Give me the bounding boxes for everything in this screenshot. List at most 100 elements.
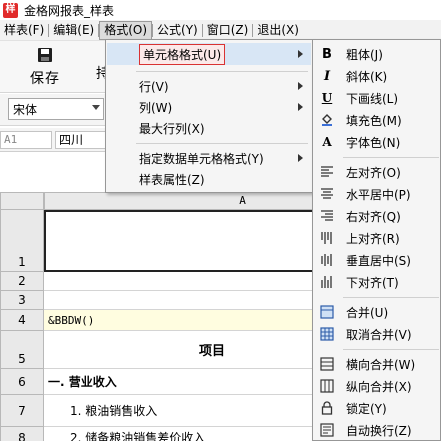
underline-icon: U — [321, 91, 333, 105]
menu-formula[interactable]: 公式(Y) — [153, 21, 202, 40]
align-middle-icon — [314, 249, 340, 271]
save-button-label: 保存 — [30, 71, 60, 87]
font-family-value: 宋体 — [13, 102, 38, 117]
save-button[interactable]: 保存 — [22, 46, 68, 88]
menu-divider — [343, 157, 439, 158]
row-header[interactable]: 2 — [0, 272, 44, 291]
menu-item-data-cell-format[interactable]: 指定数据单元格格式(Y) — [107, 147, 311, 169]
menu-item-font-color[interactable]: A 字体色(N) — [314, 131, 440, 153]
app-logo-glyph: 样 — [5, 4, 16, 15]
menu-item-label: 最大行列(X) — [139, 121, 205, 136]
font-family-select[interactable]: 宋体 — [8, 98, 104, 120]
align-top-icon — [314, 227, 340, 249]
menu-item-label: 合并(U) — [346, 305, 389, 320]
menu-item-max-row-col[interactable]: 最大行列(X) — [107, 117, 311, 139]
menu-item-label: 横向合并(W) — [346, 357, 416, 372]
menu-item-label: 指定数据单元格格式(Y) — [139, 151, 264, 166]
row-header[interactable]: 8 — [0, 427, 44, 441]
menu-item-label: 粗体(J) — [346, 47, 383, 62]
menu-item-row[interactable]: 行(V) — [107, 75, 311, 97]
menu-item-label: 垂直居中(S) — [346, 253, 411, 268]
menu-item-label: 水平居中(P) — [346, 187, 411, 202]
align-left-icon — [314, 161, 340, 183]
menu-item-label: 列(W) — [139, 100, 173, 115]
menu-item-label: 字体色(N) — [346, 135, 401, 150]
italic-icon: I — [323, 68, 331, 84]
align-center-icon — [314, 183, 340, 205]
submenu-arrow-icon — [298, 154, 303, 162]
menu-item-bold[interactable]: B 粗体(J) — [314, 43, 440, 65]
menu-item-label: 取消合并(V) — [346, 327, 412, 342]
merge-icon — [314, 301, 340, 323]
menu-item-label: 左对齐(O) — [346, 165, 401, 180]
fill-color-icon — [314, 109, 340, 131]
format-menu-dropdown: 单元格格式(U) 行(V) 列(W) 最大行列(X) 指定数据单元格格式(Y) … — [105, 39, 313, 193]
wrap-text-icon — [314, 419, 340, 441]
window-title: 金格网报表_样表 — [24, 3, 115, 18]
bold-icon: B — [322, 46, 332, 62]
row-header[interactable]: 6 — [0, 369, 44, 395]
align-right-icon — [314, 205, 340, 227]
cell-format-submenu: B 粗体(J) I 斜体(K) U 下画线(L) 填充色(M) A 字体色(N)… — [312, 39, 441, 441]
menu-item-align-left[interactable]: 左对齐(O) — [314, 161, 440, 183]
row-header[interactable]: 3 — [0, 291, 44, 310]
menu-exit[interactable]: 退出(X) — [253, 21, 303, 40]
row-header[interactable]: 1 — [0, 210, 44, 272]
menu-item-merge-vertical[interactable]: 纵向合并(X) — [314, 375, 440, 397]
submenu-arrow-icon — [298, 103, 303, 111]
menu-item-merge[interactable]: 合并(U) — [314, 301, 440, 323]
font-color-icon: A — [322, 135, 332, 149]
menu-item-align-center[interactable]: 水平居中(P) — [314, 183, 440, 205]
menu-item-label: 自动换行(Z) — [346, 423, 412, 438]
row-header[interactable]: 4 — [0, 310, 44, 331]
menu-item-label: 样表属性(Z) — [139, 172, 205, 187]
menu-edit[interactable]: 编辑(E) — [49, 21, 98, 40]
menu-item-align-right[interactable]: 右对齐(Q) — [314, 205, 440, 227]
menu-file[interactable]: 样表(F) — [0, 21, 48, 40]
menu-item-label: 上对齐(R) — [346, 231, 400, 246]
floppy-disk-icon — [38, 48, 52, 62]
menu-divider — [136, 143, 308, 144]
cell-reference-field[interactable]: A1 — [0, 131, 52, 149]
chevron-down-icon — [92, 105, 100, 110]
menu-bar: 样表(F) 编辑(E) 格式(O) 公式(Y) 窗口(Z) 退出(X) — [0, 20, 441, 41]
menu-divider — [343, 349, 439, 350]
menu-item-wrap-text[interactable]: 自动换行(Z) — [314, 419, 440, 441]
menu-item-align-bottom[interactable]: 下对齐(T) — [314, 271, 440, 293]
merge-vertical-icon — [314, 375, 340, 397]
menu-item-label: 单元格格式(U) — [139, 43, 226, 65]
menu-item-cell-format[interactable]: 单元格格式(U) — [107, 43, 311, 65]
title-bar: 样 金格网报表_样表 — [0, 0, 441, 20]
menu-item-label: 锁定(Y) — [346, 401, 387, 416]
menu-item-label: 下画线(L) — [346, 91, 399, 106]
menu-item-label: 纵向合并(X) — [346, 379, 412, 394]
submenu-arrow-icon — [298, 82, 303, 90]
lock-icon — [314, 397, 340, 419]
menu-item-lock[interactable]: 锁定(Y) — [314, 397, 440, 419]
row-header[interactable]: 7 — [0, 395, 44, 427]
menu-item-align-middle[interactable]: 垂直居中(S) — [314, 249, 440, 271]
menu-item-underline[interactable]: U 下画线(L) — [314, 87, 440, 109]
menu-item-label: 斜体(K) — [346, 69, 388, 84]
menu-window[interactable]: 窗口(Z) — [203, 21, 253, 40]
menu-item-label: 行(V) — [139, 79, 169, 94]
menu-item-label: 填充色(M) — [346, 113, 402, 128]
align-bottom-icon — [314, 271, 340, 293]
menu-item-fill-color[interactable]: 填充色(M) — [314, 109, 440, 131]
unmerge-icon — [314, 323, 340, 345]
menu-format[interactable]: 格式(O) — [99, 20, 153, 40]
menu-item-sheet-properties[interactable]: 样表属性(Z) — [107, 168, 311, 190]
merge-horizontal-icon — [314, 353, 340, 375]
row-header[interactable]: 5 — [0, 331, 44, 369]
menu-item-label: 右对齐(Q) — [346, 209, 401, 224]
submenu-arrow-icon — [298, 50, 303, 58]
select-all-corner[interactable] — [0, 192, 44, 210]
menu-item-unmerge[interactable]: 取消合并(V) — [314, 323, 440, 345]
menu-divider — [343, 297, 439, 298]
app-logo-icon: 样 — [3, 2, 18, 18]
menu-item-italic[interactable]: I 斜体(K) — [314, 65, 440, 87]
menu-item-column[interactable]: 列(W) — [107, 96, 311, 118]
menu-item-merge-horizontal[interactable]: 横向合并(W) — [314, 353, 440, 375]
menu-item-label: 下对齐(T) — [346, 275, 399, 290]
menu-item-align-top[interactable]: 上对齐(R) — [314, 227, 440, 249]
